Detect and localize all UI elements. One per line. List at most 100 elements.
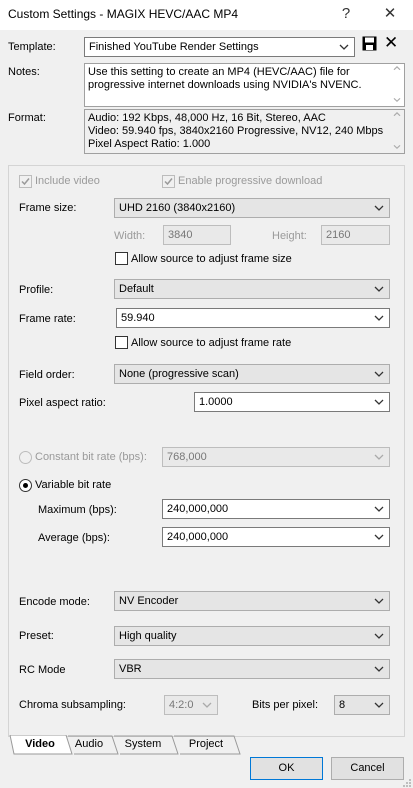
preset-dropdown[interactable]: High quality: [114, 626, 390, 646]
notes-label: Notes:: [8, 66, 40, 78]
width-value: 3840: [168, 229, 193, 241]
chevron-down-icon: [374, 205, 384, 211]
notes-scrollbar[interactable]: [390, 64, 404, 106]
template-label: Template:: [8, 41, 56, 53]
chevron-down-icon: [374, 506, 384, 512]
pixel-aspect-value: 1.0000: [199, 396, 233, 408]
rc-mode-value: VBR: [119, 663, 142, 675]
average-bps-combobox[interactable]: 240,000,000: [162, 527, 390, 547]
format-line: Pixel Aspect Ratio: 1.000: [88, 138, 211, 150]
height-field[interactable]: 2160: [321, 225, 390, 245]
check-icon: [21, 178, 30, 186]
chevron-down-icon: [374, 633, 384, 639]
constant-bitrate-value: 768,000: [167, 451, 207, 463]
profile-dropdown[interactable]: Default: [114, 279, 390, 299]
chevron-down-icon: [374, 702, 384, 708]
format-line: Audio: 192 Kbps, 48,000 Hz, 16 Bit, Ster…: [88, 112, 326, 124]
preset-label: Preset:: [19, 630, 54, 642]
encode-mode-value: NV Encoder: [119, 595, 179, 607]
chroma-subsampling-dropdown[interactable]: 4:2:0: [164, 695, 218, 715]
template-dropdown[interactable]: Finished YouTube Render Settings: [84, 37, 355, 57]
allow-frame-rate-checkbox[interactable]: [115, 336, 128, 349]
bits-per-pixel-dropdown[interactable]: 8: [334, 695, 390, 715]
window-title: Custom Settings - MAGIX HEVC/AAC MP4: [8, 7, 239, 21]
variable-bitrate-radio[interactable]: [19, 479, 32, 492]
rc-mode-label: RC Mode: [19, 664, 66, 676]
profile-label: Profile:: [19, 284, 54, 296]
tab-audio[interactable]: Audio: [70, 736, 108, 754]
tab-video[interactable]: Video: [14, 736, 66, 754]
progressive-download-checkbox[interactable]: [162, 175, 175, 188]
maximum-bps-combobox[interactable]: 240,000,000: [162, 499, 390, 519]
width-label: Width:: [114, 230, 146, 242]
chroma-subsampling-value: 4:2:0: [169, 699, 194, 711]
tab-system[interactable]: System: [118, 736, 168, 754]
chevron-down-icon: [374, 454, 384, 460]
constant-bitrate-combobox[interactable]: 768,000: [162, 447, 390, 467]
rc-mode-dropdown[interactable]: VBR: [114, 659, 390, 679]
chevron-down-icon: [374, 598, 384, 604]
frame-rate-label: Frame rate:: [19, 313, 76, 325]
frame-size-dropdown[interactable]: UHD 2160 (3840x2160): [114, 198, 390, 218]
frame-size-label: Frame size:: [19, 202, 77, 214]
field-order-label: Field order:: [19, 369, 75, 381]
cancel-button[interactable]: Cancel: [331, 757, 404, 780]
save-icon: [362, 36, 377, 51]
pixel-aspect-combobox[interactable]: 1.0000: [194, 392, 390, 412]
preset-value: High quality: [119, 630, 177, 642]
chevron-down-icon: [374, 315, 384, 321]
format-line: Video: 59.940 fps, 3840x2160 Progressive…: [88, 125, 384, 137]
include-video-label: Include video: [35, 175, 100, 187]
encode-mode-dropdown[interactable]: NV Encoder: [114, 591, 390, 611]
maximum-bps-label: Maximum (bps):: [38, 504, 117, 516]
encode-mode-label: Encode mode:: [19, 596, 90, 608]
chevron-down-icon: [374, 666, 384, 672]
delete-template-button[interactable]: ✕: [384, 33, 398, 53]
chroma-subsampling-label: Chroma subsampling:: [19, 699, 126, 711]
save-template-button[interactable]: [362, 36, 378, 52]
chevron-down-icon: [202, 702, 212, 708]
close-button[interactable]: ✕: [380, 4, 400, 24]
radio-selected-dot: [23, 483, 28, 488]
check-icon: [164, 178, 173, 186]
frame-size-value: UHD 2160 (3840x2160): [119, 202, 236, 214]
allow-frame-size-checkbox[interactable]: [115, 252, 128, 265]
bits-per-pixel-value: 8: [339, 699, 346, 711]
chevron-down-icon: [374, 371, 384, 377]
profile-value: Default: [119, 283, 154, 295]
notes-field[interactable]: Use this setting to create an MP4 (HEVC/…: [84, 63, 405, 107]
average-bps-label: Average (bps):: [38, 532, 110, 544]
maximum-bps-value: 240,000,000: [167, 503, 229, 515]
title-bar: Custom Settings - MAGIX HEVC/AAC MP4 ? ✕: [0, 0, 413, 30]
allow-frame-size-label: Allow source to adjust frame size: [131, 253, 292, 265]
constant-bitrate-radio[interactable]: [19, 451, 32, 464]
frame-rate-combobox[interactable]: 59.940: [116, 308, 390, 328]
variable-bitrate-label: Variable bit rate: [35, 479, 112, 491]
pixel-aspect-label: Pixel aspect ratio:: [19, 397, 106, 409]
chevron-down-icon: [374, 286, 384, 292]
average-bps-value: 240,000,000: [167, 531, 229, 543]
chevron-down-icon: [374, 399, 384, 405]
template-value: Finished YouTube Render Settings: [89, 41, 259, 53]
height-label: Height:: [272, 230, 307, 242]
notes-line: progressive internet downloads using NVI…: [88, 79, 362, 91]
format-label: Format:: [8, 112, 46, 124]
format-field: Audio: 192 Kbps, 48,000 Hz, 16 Bit, Ster…: [84, 109, 405, 154]
height-value: 2160: [326, 229, 351, 241]
field-order-dropdown[interactable]: None (progressive scan): [114, 364, 390, 384]
format-scrollbar[interactable]: [390, 110, 404, 153]
constant-bitrate-label: Constant bit rate (bps):: [35, 451, 147, 463]
resize-grip-icon[interactable]: [402, 778, 412, 788]
frame-rate-value: 59.940: [121, 312, 155, 324]
field-order-value: None (progressive scan): [119, 368, 239, 380]
tab-project[interactable]: Project: [180, 736, 232, 754]
notes-line: Use this setting to create an MP4 (HEVC/…: [88, 66, 350, 78]
progressive-download-label: Enable progressive download: [178, 175, 323, 187]
width-field[interactable]: 3840: [163, 225, 231, 245]
bits-per-pixel-label: Bits per pixel:: [252, 699, 319, 711]
chevron-down-icon: [374, 534, 384, 540]
help-button[interactable]: ?: [336, 4, 356, 24]
ok-button[interactable]: OK: [250, 757, 323, 780]
include-video-checkbox[interactable]: [19, 175, 32, 188]
chevron-down-icon: [339, 44, 349, 50]
